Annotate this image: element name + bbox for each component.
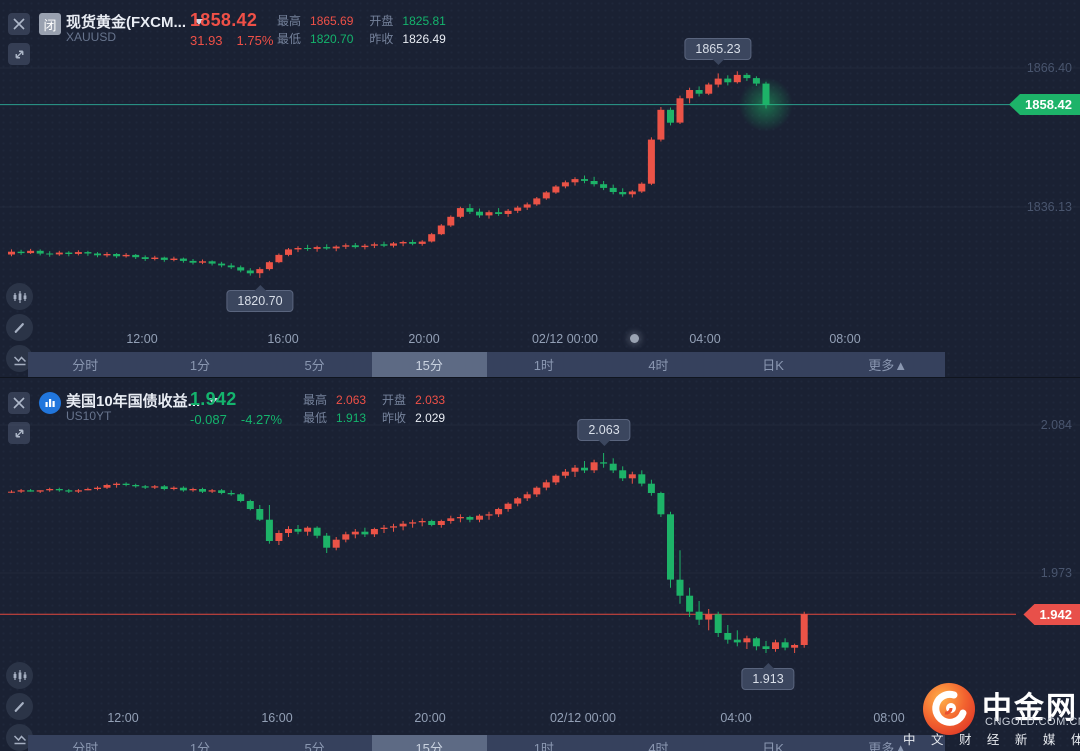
time-tick: 02/12 00:00 xyxy=(549,711,617,725)
tab-1hour[interactable]: 1时 xyxy=(487,735,602,751)
open-value: 1825.81 xyxy=(402,14,446,28)
low-annotation-top: 1820.70 xyxy=(226,290,294,312)
time-tick: 08:00 xyxy=(873,711,905,725)
stat-col: 开盘 1825.81 昨收 1826.49 xyxy=(369,15,445,46)
time-tick: 16:00 xyxy=(267,332,299,346)
tab-15min-selected[interactable]: 15分 xyxy=(371,352,487,377)
pencil-icon xyxy=(14,323,24,333)
tab-4hour[interactable]: 4时 xyxy=(601,352,716,377)
open-label: 开盘 xyxy=(382,393,407,407)
tab-4hour[interactable]: 4时 xyxy=(601,735,716,751)
open-label: 开盘 xyxy=(369,14,394,28)
high-annotation-bottom: 2.063 xyxy=(577,419,631,441)
line-chart-icon xyxy=(13,355,26,365)
pencil-icon xyxy=(14,702,24,712)
low-label: 最低 xyxy=(277,32,302,46)
current-price-tag-top: 1858.42 xyxy=(1009,94,1080,115)
tab-daily[interactable]: 日K xyxy=(716,352,831,377)
time-tick: 20:00 xyxy=(414,711,446,725)
open-value: 2.033 xyxy=(415,393,446,407)
time-tick: 12:00 xyxy=(107,711,139,725)
y-axis-label: 1866.40 xyxy=(1026,61,1072,75)
stat-col: 最高 2.063 最低 1.913 xyxy=(303,394,366,425)
stat-col: 开盘 2.033 昨收 2.029 xyxy=(382,394,445,425)
current-price-tag-bottom: 1.942 xyxy=(1023,604,1080,625)
high-value: 1865.69 xyxy=(310,14,354,28)
high-annotation-top: 1865.23 xyxy=(684,38,752,60)
stats-bottom: 最高 2.063 最低 1.913 开盘 2.033 昨收 2.029 xyxy=(303,394,445,425)
tab-1hour[interactable]: 1时 xyxy=(487,352,602,377)
time-tick: 20:00 xyxy=(408,332,440,346)
tab-fenshi[interactable]: 分时 xyxy=(28,352,143,377)
tab-1min[interactable]: 1分 xyxy=(143,352,258,377)
prev-close-label: 昨收 xyxy=(369,32,394,46)
time-tick: 02/12 00:00 xyxy=(531,332,599,346)
low-label: 最低 xyxy=(303,411,328,425)
tab-5min[interactable]: 5分 xyxy=(257,735,372,751)
prev-close-label: 昨收 xyxy=(382,411,407,425)
tab-15min-selected[interactable]: 15分 xyxy=(371,735,487,751)
low-value: 1820.70 xyxy=(310,32,354,46)
time-tick: 16:00 xyxy=(261,711,293,725)
prev-close-value: 1826.49 xyxy=(402,32,446,46)
panel-divider xyxy=(0,377,1080,378)
low-annotation-bottom: 1.913 xyxy=(741,668,795,690)
chart-type-button[interactable] xyxy=(6,283,33,310)
draw-tool-button[interactable] xyxy=(6,693,33,720)
stats-top: 最高 1865.69 最低 1820.70 开盘 1825.81 昨收 1826.49 xyxy=(277,15,446,46)
trading-app: 闭 现货黄金(FXCM... XAUUSD 1858.42 31.93 1.75… xyxy=(0,0,1080,751)
prev-close-value: 2.029 xyxy=(415,411,446,425)
watermark-domain: CNGOLD.COM.CN xyxy=(985,716,1080,728)
tab-5min[interactable]: 5分 xyxy=(257,352,372,377)
candlestick-icon xyxy=(13,290,26,303)
high-value: 2.063 xyxy=(336,393,367,407)
candlestick-icon xyxy=(13,669,26,682)
chart-type-button[interactable] xyxy=(6,662,33,689)
time-tick: 08:00 xyxy=(829,332,861,346)
time-tick: 12:00 xyxy=(126,332,158,346)
tab-more[interactable]: 更多▲ xyxy=(830,352,945,377)
watermark-tagline: 中 文 财 经 新 媒 体 xyxy=(903,733,1080,747)
time-tick: 04:00 xyxy=(689,332,721,346)
high-label: 最高 xyxy=(303,393,328,407)
tab-daily[interactable]: 日K xyxy=(716,735,831,751)
tab-fenshi[interactable]: 分时 xyxy=(28,735,143,751)
y-axis-label: 2.084 xyxy=(1040,418,1072,432)
stat-col: 最高 1865.69 最低 1820.70 xyxy=(277,15,353,46)
draw-tool-button[interactable] xyxy=(6,314,33,341)
y-axis-label: 1836.13 xyxy=(1026,200,1072,214)
interval-tabbar-bottom: 分时 1分 5分 15分 1时 4时 日K 更多▲ xyxy=(28,735,945,751)
high-label: 最高 xyxy=(277,14,302,28)
axis-marker-dot xyxy=(630,334,639,343)
interval-tabbar-top: 分时 1分 5分 15分 1时 4时 日K 更多▲ xyxy=(28,352,945,377)
y-axis-label: 1.973 xyxy=(1040,566,1072,580)
time-tick: 04:00 xyxy=(720,711,752,725)
low-value: 1.913 xyxy=(336,411,367,425)
tab-1min[interactable]: 1分 xyxy=(143,735,258,751)
line-chart-icon xyxy=(13,734,26,744)
